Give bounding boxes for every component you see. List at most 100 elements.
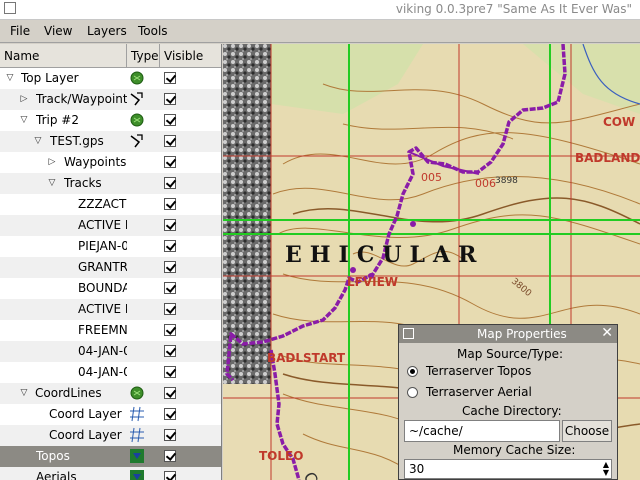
expander-expanded-icon[interactable]: ▽: [18, 114, 30, 126]
window-menu-icon[interactable]: [4, 2, 16, 14]
visible-checkbox[interactable]: [164, 177, 176, 189]
visible-checkbox[interactable]: [164, 114, 176, 126]
cache-directory-input[interactable]: ~/cache/: [404, 420, 560, 442]
visible-checkbox[interactable]: [164, 450, 176, 462]
coord-layer-icon: [129, 406, 145, 422]
map-layer-icon: [129, 448, 145, 464]
layers-header: Name Type Visible: [0, 44, 221, 68]
layer-row[interactable]: ▷ Track/Waypoint: [0, 89, 221, 110]
visible-checkbox[interactable]: [164, 471, 176, 480]
layer-row[interactable]: ▽ Tracks: [0, 173, 221, 194]
layer-name: Coord Layer: [49, 428, 122, 442]
option-topos-label[interactable]: Terraserver Topos: [426, 364, 531, 378]
layer-name: Tracks: [64, 176, 102, 190]
visible-checkbox[interactable]: [164, 219, 176, 231]
window-title: viking 0.0.3pre7 "Same As It Ever Was": [395, 2, 632, 16]
map-label-toleo: TOLEO: [259, 449, 303, 463]
layer-row[interactable]: GRANTRL: [0, 257, 221, 278]
window-title-bar[interactable]: viking 0.0.3pre7 "Same As It Ever Was": [0, 0, 640, 20]
dialog-title-bar[interactable]: Map Properties ✕: [399, 325, 617, 343]
layer-row[interactable]: ▽ Trip #2: [0, 110, 221, 131]
waypoint-label-006: 006: [475, 177, 496, 190]
layer-row[interactable]: Coord Layer: [0, 404, 221, 425]
layer-name: PIEJAN-0: [78, 239, 127, 253]
visible-checkbox[interactable]: [164, 408, 176, 420]
layer-name: CoordLines: [35, 386, 102, 400]
memory-cache-spinbutton[interactable]: 30 ▲ ▼: [404, 459, 612, 479]
visible-checkbox[interactable]: [164, 240, 176, 252]
layer-name: Top Layer: [21, 71, 79, 85]
expander-collapsed-icon[interactable]: ▷: [18, 93, 30, 105]
layer-name: Coord Layer: [49, 407, 122, 421]
trw-layer-icon: [129, 91, 145, 107]
elevation-label-3898: 3898: [495, 176, 518, 186]
visible-checkbox[interactable]: [164, 429, 176, 441]
layer-name: Waypoints: [64, 155, 127, 169]
layer-row[interactable]: 04-JAN-0: [0, 341, 221, 362]
menu-layers[interactable]: Layers: [87, 24, 127, 38]
menubar: File View Layers Tools: [0, 20, 640, 43]
column-type-header[interactable]: Type: [127, 44, 160, 68]
layer-row[interactable]: Topos: [0, 446, 221, 467]
column-visible-header[interactable]: Visible: [160, 44, 221, 68]
visible-checkbox[interactable]: [164, 261, 176, 273]
expander-expanded-icon[interactable]: ▽: [32, 135, 44, 147]
layer-name: BOUNDAI: [78, 281, 127, 295]
map-source-label: Map Source/Type:: [457, 347, 564, 361]
dialog-menu-icon[interactable]: [403, 328, 414, 339]
map-label-vehicular: EHICULAR: [285, 242, 484, 268]
column-name-header[interactable]: Name: [0, 44, 127, 68]
close-icon[interactable]: ✕: [601, 325, 613, 341]
layer-row[interactable]: ACTIVE L: [0, 299, 221, 320]
layer-name: ACTIVE L: [78, 218, 127, 232]
expander-expanded-icon[interactable]: ▽: [18, 387, 30, 399]
menu-view[interactable]: View: [44, 24, 72, 38]
visible-checkbox[interactable]: [164, 135, 176, 147]
layer-row[interactable]: Coord Layer: [0, 425, 221, 446]
visible-checkbox[interactable]: [164, 72, 176, 84]
layer-row[interactable]: PIEJAN-0: [0, 236, 221, 257]
layer-row[interactable]: ▽ Top Layer: [0, 68, 221, 89]
visible-checkbox[interactable]: [164, 366, 176, 378]
expander-expanded-icon[interactable]: ▽: [4, 72, 16, 84]
choose-button[interactable]: Choose: [562, 420, 612, 442]
layer-row[interactable]: 04-JAN-0: [0, 362, 221, 383]
cache-directory-label: Cache Directory:: [462, 404, 562, 418]
expander-expanded-icon[interactable]: ▽: [46, 177, 58, 189]
expander-collapsed-icon[interactable]: ▷: [46, 156, 58, 168]
layer-row[interactable]: ▽ CoordLines: [0, 383, 221, 404]
menu-tools[interactable]: Tools: [138, 24, 168, 38]
map-label-lfview: LFVIEW: [347, 275, 398, 289]
map-label-cow: COW: [603, 115, 635, 129]
layer-row[interactable]: ▷ Waypoints: [0, 152, 221, 173]
layer-row[interactable]: ZZZACTI: [0, 194, 221, 215]
layer-name: GRANTRL: [78, 260, 127, 274]
visible-checkbox[interactable]: [164, 93, 176, 105]
visible-checkbox[interactable]: [164, 345, 176, 357]
visible-checkbox[interactable]: [164, 198, 176, 210]
layers-panel: Name Type Visible ▽ Top Layer ▷ Track/Waypo…: [0, 44, 222, 480]
coord-layer-icon: [129, 427, 145, 443]
visible-checkbox[interactable]: [164, 282, 176, 294]
layer-row[interactable]: ACTIVE L: [0, 215, 221, 236]
radio-topos[interactable]: [407, 366, 418, 377]
map-properties-dialog: Map Properties ✕ Map Source/Type: Terras…: [398, 324, 618, 480]
visible-checkbox[interactable]: [164, 303, 176, 315]
layer-name: Topos: [36, 449, 70, 463]
spin-arrows-icon[interactable]: ▲ ▼: [603, 461, 609, 477]
visible-checkbox[interactable]: [164, 387, 176, 399]
radio-aerial[interactable]: [407, 387, 418, 398]
visible-checkbox[interactable]: [164, 324, 176, 336]
memory-cache-label: Memory Cache Size:: [453, 443, 576, 457]
layer-row[interactable]: BOUNDAI: [0, 278, 221, 299]
layer-name: 04-JAN-0: [78, 365, 127, 379]
layer-row[interactable]: ▽ TEST.gps: [0, 131, 221, 152]
visible-checkbox[interactable]: [164, 156, 176, 168]
option-aerial-label[interactable]: Terraserver Aerial: [426, 385, 532, 399]
layer-row[interactable]: FREEMN-: [0, 320, 221, 341]
layer-name: Aerials: [36, 470, 77, 480]
layer-row[interactable]: Aerials: [0, 467, 221, 480]
map-label-badland: BADLAND: [575, 151, 640, 165]
layer-name: ACTIVE L: [78, 302, 127, 316]
menu-file[interactable]: File: [10, 24, 30, 38]
